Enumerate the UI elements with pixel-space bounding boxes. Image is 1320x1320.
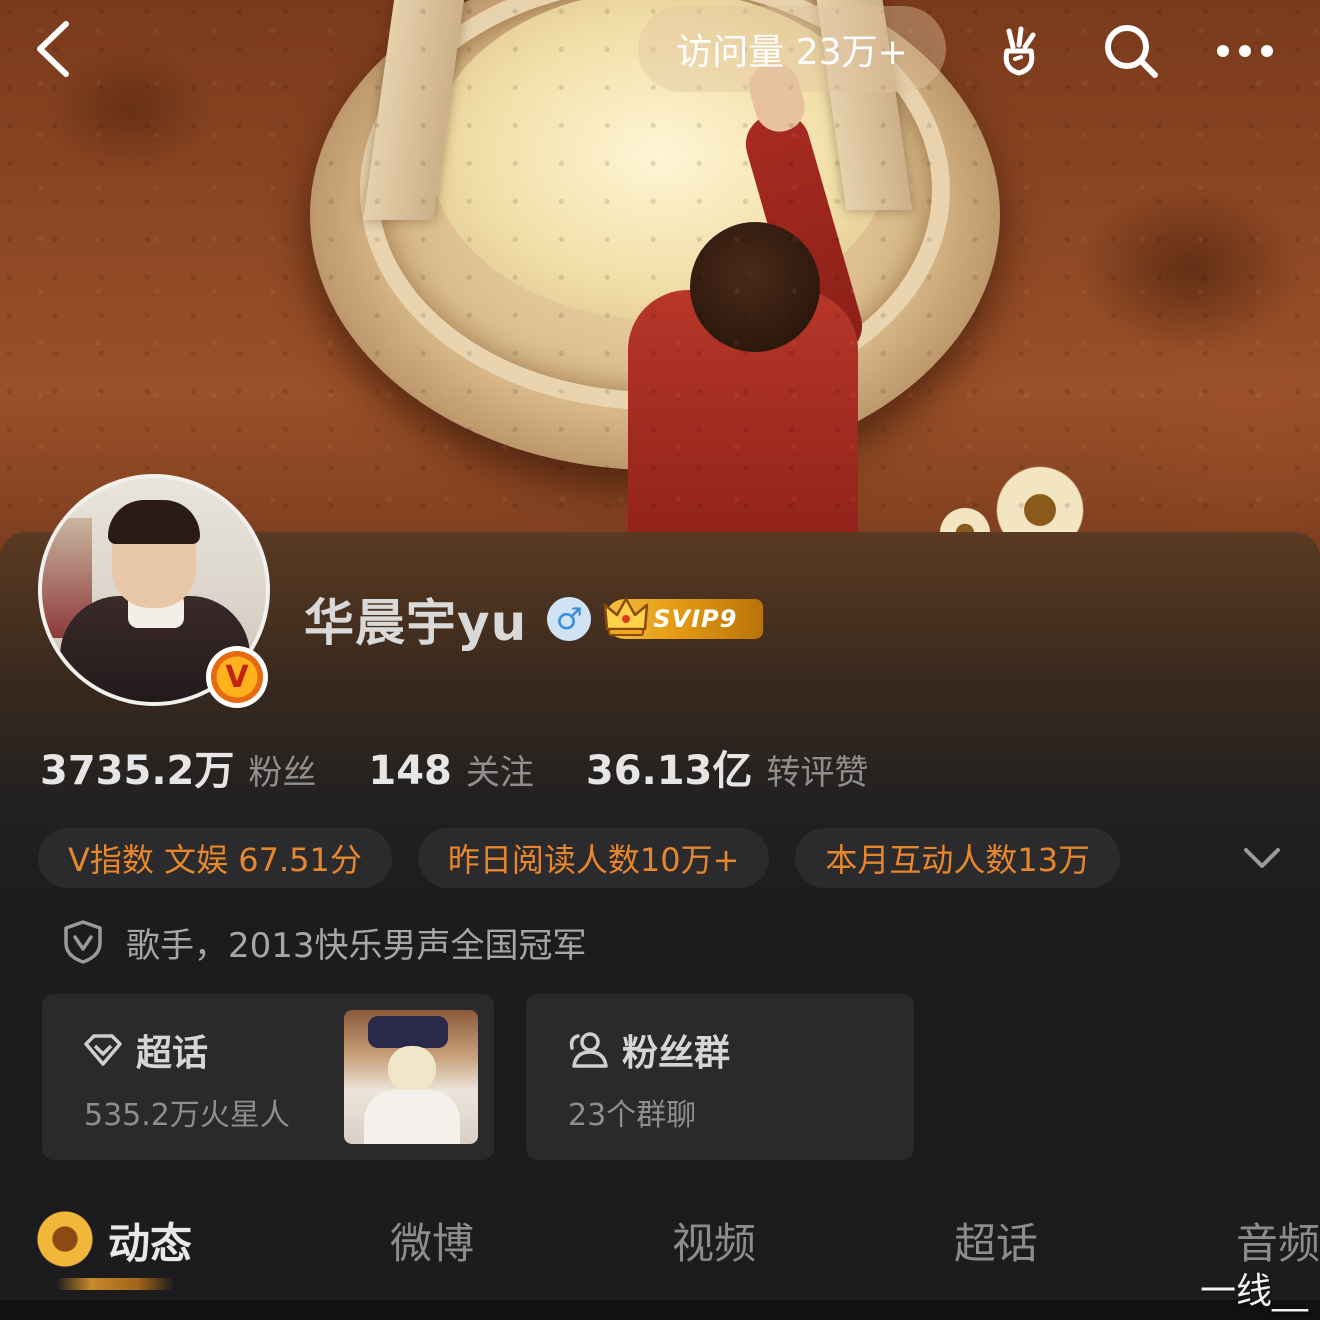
- watermark-text: 一线__: [1200, 1271, 1309, 1312]
- avatar-hair: [108, 500, 200, 544]
- tab-video[interactable]: 视频: [672, 1210, 756, 1271]
- stat-following[interactable]: 148 关注: [368, 745, 534, 794]
- name-row: 华晨宇yu ♂ SVIP9: [304, 584, 764, 654]
- verified-v-icon: V: [211, 651, 263, 703]
- stat-value: 36.13亿: [585, 748, 753, 794]
- svip-badge[interactable]: SVIP9: [603, 597, 764, 639]
- supertopic-title-row: 超话: [82, 1024, 208, 1076]
- carrot-icon: [1003, 26, 1036, 76]
- sunflower-tab-icon: [32, 1206, 98, 1272]
- vine-decoration: [56, 1278, 174, 1290]
- fan-group-tile[interactable]: 粉丝群 23个群聊: [526, 994, 914, 1160]
- supertopic-subtitle: 535.2万火星人: [84, 1098, 290, 1133]
- svip-label: SVIP9: [653, 605, 738, 633]
- visits-label: 访问量 23万+: [676, 32, 908, 73]
- stat-reposts-comments-likes[interactable]: 36.13亿 转评赞: [586, 738, 869, 796]
- cover-child-head: [690, 222, 820, 352]
- cover-child-body: [628, 290, 858, 560]
- tab-dynamics[interactable]: 动态: [108, 1210, 192, 1271]
- supertopic-tile[interactable]: 超话 535.2万火星人: [42, 994, 494, 1160]
- back-button[interactable]: [28, 16, 88, 82]
- stat-value: 148: [368, 748, 452, 794]
- chip-v-index[interactable]: V指数 文娱 67.51分: [38, 828, 392, 888]
- shield-v-icon: [64, 920, 102, 964]
- more-button[interactable]: [1210, 16, 1280, 86]
- tab-supertopic[interactable]: 超话: [954, 1210, 1038, 1271]
- stat-label: 关注: [465, 753, 534, 793]
- cover-child-arm: [738, 106, 870, 364]
- fan-group-title: 粉丝群: [622, 1033, 731, 1074]
- supertopic-thumbnail: [344, 1010, 478, 1144]
- stat-followers[interactable]: 3735.2万 粉丝: [40, 738, 316, 796]
- stat-label: 粉丝: [248, 753, 317, 793]
- visits-counter[interactable]: 访问量 23万+: [638, 6, 946, 92]
- verification-text: 歌手，2013快乐男声全国冠军: [126, 925, 587, 966]
- search-icon: [1105, 25, 1158, 78]
- stat-label: 转评赞: [766, 753, 869, 793]
- more-icon: [1217, 45, 1273, 57]
- profile-name: 华晨宇yu: [304, 594, 528, 652]
- diamond-icon: [84, 1034, 122, 1066]
- chip-yesterday-readers[interactable]: 昨日阅读人数10万+: [417, 828, 770, 888]
- search-button[interactable]: [1096, 16, 1166, 86]
- fan-group-title-row: 粉丝群: [566, 1024, 730, 1076]
- tab-weibo[interactable]: 微博: [390, 1210, 474, 1271]
- thumb-face: [388, 1046, 436, 1092]
- carrot-button[interactable]: [984, 16, 1054, 86]
- stats-row: 3735.2万 粉丝 148 关注 36.13亿 转评赞: [40, 738, 920, 798]
- crown-icon: [603, 597, 649, 636]
- verified-badge: V: [206, 646, 268, 708]
- supertopic-title: 超话: [136, 1033, 209, 1074]
- chevron-down-icon: [1244, 848, 1280, 868]
- back-arrow-icon: [37, 21, 69, 77]
- chip-monthly-interactions[interactable]: 本月互动人数13万: [795, 828, 1121, 888]
- bottom-strip: [0, 1300, 1320, 1320]
- group-icon: [569, 1032, 608, 1068]
- expand-button[interactable]: [1232, 836, 1292, 880]
- metric-chips: V指数 文娱 67.51分 昨日阅读人数10万+ 本月互动人数13万: [38, 828, 1146, 888]
- verification-row: 歌手，2013快乐男声全国冠军: [62, 914, 587, 970]
- male-gender-icon: ♂: [547, 597, 592, 641]
- thumb-hat: [368, 1016, 448, 1048]
- top-bar: 访问量 23万+: [0, 0, 1320, 100]
- fan-group-subtitle: 23个群聊: [568, 1098, 697, 1133]
- stat-value: 3735.2万: [40, 748, 235, 794]
- thumb-dress: [364, 1090, 460, 1144]
